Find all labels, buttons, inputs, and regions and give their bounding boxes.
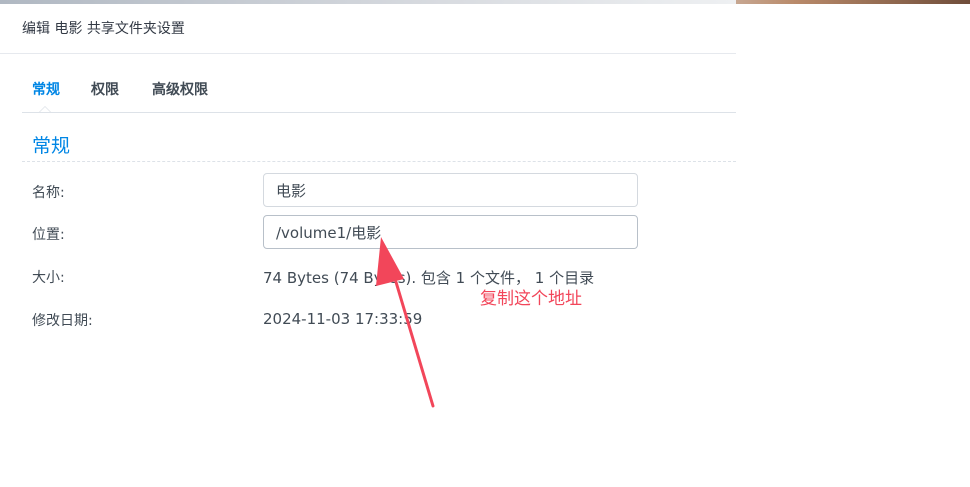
title-divider (0, 53, 736, 54)
name-label: 名称: (32, 185, 65, 201)
name-input[interactable] (263, 173, 638, 207)
tabs-divider (22, 112, 736, 113)
section-divider (22, 161, 736, 162)
modified-date-value: 2024-11-03 17:33:59 (263, 310, 423, 328)
location-label: 位置: (32, 227, 65, 243)
tab-permissions[interactable]: 权限 (91, 79, 119, 99)
shared-folder-settings-dialog: 编辑 电影 共享文件夹设置 常规 权限 高级权限 常规 名称: 位置: 大小: … (0, 4, 736, 487)
tab-general[interactable]: 常规 (32, 79, 60, 99)
section-title: 常规 (32, 135, 71, 157)
annotation-label: 复制这个地址 (480, 289, 582, 309)
dialog-title: 编辑 电影 共享文件夹设置 (22, 21, 185, 37)
tab-bar: 常规 权限 高级权限 (0, 66, 736, 113)
location-input[interactable] (263, 215, 638, 249)
size-label: 大小: (32, 270, 65, 286)
modified-date-label: 修改日期: (32, 313, 93, 329)
tab-advanced-permissions[interactable]: 高级权限 (152, 79, 208, 99)
